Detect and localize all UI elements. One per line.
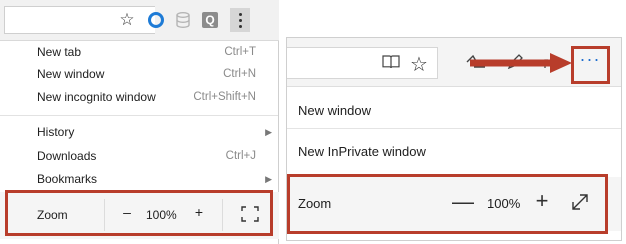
menu-item-bookmarks[interactable]: Bookmarks <box>37 170 256 188</box>
zoom-highlight-box <box>5 190 273 236</box>
red-arrow-icon <box>470 53 572 73</box>
kebab-menu-icon[interactable] <box>230 8 250 32</box>
menu-item-label: New incognito window <box>37 90 156 104</box>
menu-item-label: Downloads <box>37 149 97 163</box>
submenu-arrow-icon: ▶ <box>265 174 272 184</box>
opera-icon[interactable] <box>148 12 164 28</box>
shortcut-label: Ctrl+Shift+N <box>193 91 256 103</box>
menu-item-label: Bookmarks <box>37 172 98 186</box>
menu-item-label: New window <box>37 67 105 81</box>
shortcut-label: Ctrl+J <box>225 150 256 162</box>
q-extension-icon[interactable]: Q <box>202 12 218 28</box>
menu-item-label: New tab <box>37 45 82 59</box>
menu-item-history[interactable]: History <box>37 123 256 141</box>
toolbar-icons: ☆ Q <box>118 8 250 32</box>
star-icon[interactable]: ☆ <box>410 52 428 77</box>
menu-item-new-window[interactable]: New window <box>298 103 371 118</box>
shortcut-label: Ctrl+N <box>223 68 256 80</box>
menu-item-new-incognito-window[interactable]: New incognito window Ctrl+Shift+N <box>37 88 256 106</box>
menu-item-new-window[interactable]: New window Ctrl+N <box>37 65 256 83</box>
menu-divider <box>287 128 621 129</box>
menu-item-new-tab[interactable]: New tab Ctrl+T <box>37 43 256 61</box>
more-highlight-box <box>571 46 610 84</box>
menu-divider <box>0 115 278 116</box>
menu-item-downloads[interactable]: Downloads Ctrl+J <box>37 147 256 165</box>
menu-item-label: History <box>37 125 75 139</box>
zoom-highlight-box <box>287 174 608 234</box>
shortcut-label: Ctrl+T <box>224 46 256 58</box>
menu-item-new-inprivate-window[interactable]: New InPrivate window <box>298 144 426 159</box>
reading-view-icon[interactable] <box>381 53 401 71</box>
star-icon[interactable]: ☆ <box>118 11 136 29</box>
submenu-arrow-icon: ▶ <box>265 127 272 137</box>
database-icon[interactable] <box>176 12 190 28</box>
